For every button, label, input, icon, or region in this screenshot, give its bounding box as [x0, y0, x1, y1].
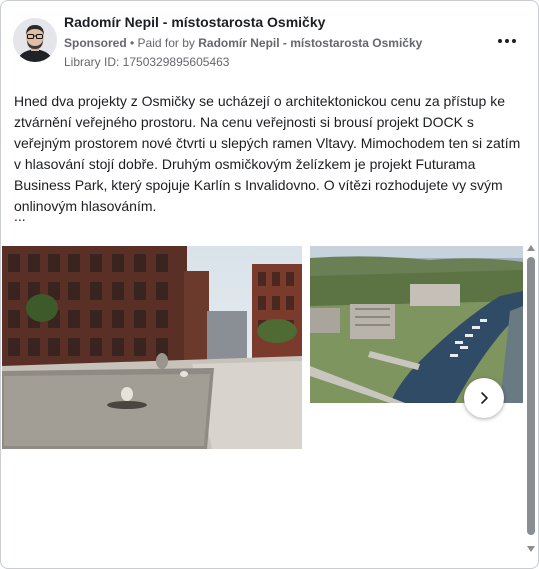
see-more-ellipsis[interactable]: ...	[14, 208, 26, 224]
ad-card: Radomír Nepil - místostarosta Osmičky Sp…	[0, 0, 539, 569]
carousel-image-dock-courtyard[interactable]	[2, 246, 302, 449]
carousel-next-button[interactable]	[464, 378, 504, 418]
avatar-portrait	[13, 18, 57, 62]
post-text: Hned dva projekty z Osmičky se ucházejí …	[14, 93, 521, 214]
scroll-down-arrow-icon[interactable]	[527, 546, 535, 552]
chevron-right-icon	[481, 392, 488, 404]
avatar[interactable]	[13, 18, 57, 62]
page-name[interactable]: Radomír Nepil - místostarosta Osmičky	[64, 14, 325, 30]
scroll-up-arrow-icon[interactable]	[527, 245, 535, 251]
paid-for-name: Radomír Nepil - místostarosta Osmičky	[198, 36, 423, 50]
library-id: Library ID: 1750329895605463	[64, 55, 230, 69]
scrollbar-thumb[interactable]	[527, 257, 535, 535]
separator-dot: •	[126, 36, 138, 50]
more-horizontal-icon	[497, 39, 518, 43]
sponsor-line: Sponsored • Paid for by Radomír Nepil - …	[64, 36, 422, 50]
paid-for-prefix: Paid for by	[137, 36, 199, 50]
courtyard-photo	[2, 246, 302, 449]
sponsored-label: Sponsored	[64, 36, 127, 50]
more-options-button[interactable]	[493, 31, 521, 51]
